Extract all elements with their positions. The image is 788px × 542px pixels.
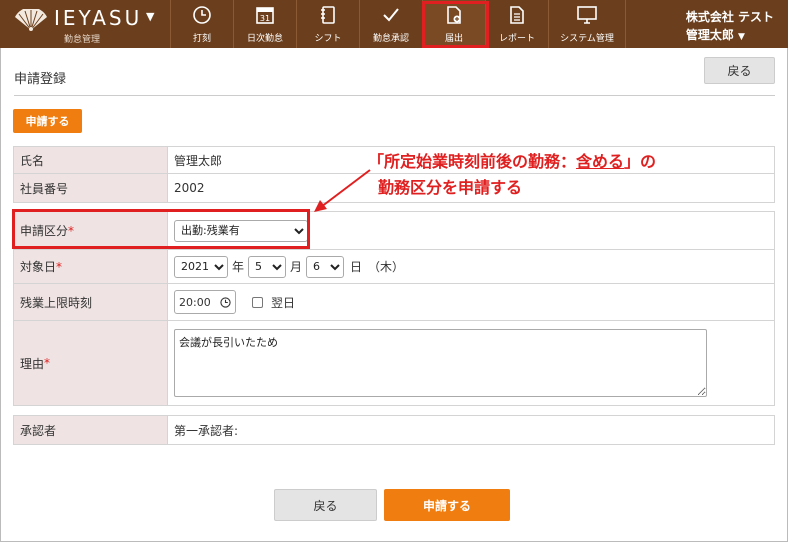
target-date-label-text: 対象日	[20, 260, 57, 274]
nav-item-attendance-approval[interactable]: 勤怠承認	[359, 0, 422, 48]
required-mark: *	[56, 259, 63, 274]
overtime-time-value: 20:00	[179, 295, 211, 309]
clock-icon	[193, 6, 211, 24]
month-select[interactable]: 5	[248, 255, 287, 278]
table-row: 残業上限時刻 20:00 翌日	[14, 284, 774, 321]
page-title: 申請登録	[14, 72, 67, 87]
nav-item-system-admin[interactable]: システム管理	[548, 0, 626, 48]
user-menu-caret-icon[interactable]: ▼	[738, 32, 745, 42]
next-day-checkbox[interactable]	[252, 296, 263, 308]
approver-table: 承認者 第一承認者:	[13, 415, 775, 445]
apply-button-bottom[interactable]: 申請する	[384, 489, 510, 521]
day-unit: 日	[350, 260, 363, 274]
annotation-line1-prefix: 「所定始業時刻前後の勤務：	[368, 152, 577, 171]
divider	[14, 95, 775, 96]
app-name: IEYASU	[54, 6, 143, 30]
month-unit: 月	[290, 260, 303, 274]
reason-label-text: 理由	[20, 356, 45, 371]
required-mark: *	[44, 356, 51, 370]
app-menu-caret-icon[interactable]: ▼	[146, 10, 154, 23]
company-name: 株式会社 テスト	[685, 10, 774, 24]
main-nav: 打刻 31 日次勤怠 シフト 勤怠承認 届出 レポート システム管理	[170, 0, 626, 48]
table-row: 対象日 * 2021 年 5 月 6 日 （木）	[14, 250, 774, 284]
overtime-limit-label: 残業上限時刻	[14, 284, 168, 320]
year-unit: 年	[232, 260, 245, 274]
user-name: 管理太郎	[685, 28, 734, 42]
nav-item-daily-attendance[interactable]: 31 日次勤怠	[233, 0, 296, 48]
app-subtitle: 勤怠管理	[64, 35, 101, 45]
nav-label: レポート	[498, 34, 535, 44]
employee-number-label: 社員番号	[14, 174, 168, 202]
next-day-label: 翌日	[271, 295, 296, 310]
year-select[interactable]: 2021	[174, 255, 228, 278]
calendar-icon-text: 31	[260, 14, 270, 23]
approver-label: 承認者	[14, 416, 168, 444]
back-button-top[interactable]: 戻る	[704, 57, 775, 84]
approver-value: 第一承認者:	[174, 423, 239, 438]
app-logo[interactable]: IEYASU ▼ 勤怠管理	[14, 4, 170, 45]
apply-button-top[interactable]: 申請する	[13, 109, 82, 133]
back-button-bottom[interactable]: 戻る	[274, 489, 377, 521]
top-navigation-bar: IEYASU ▼ 勤怠管理 打刻 31 日次勤怠 シフト 勤怠承認 届出 レポー…	[0, 0, 788, 48]
nav-item-punch[interactable]: 打刻	[170, 0, 233, 48]
nav-item-shift[interactable]: シフト	[296, 0, 359, 48]
name-label: 氏名	[14, 147, 168, 173]
category-highlight-box	[12, 209, 310, 249]
nav-label: システム管理	[560, 34, 614, 44]
report-icon	[510, 6, 524, 24]
nav-item-report[interactable]: レポート	[485, 0, 548, 48]
checkmark-icon	[383, 8, 399, 22]
calendar-icon: 31	[256, 7, 274, 24]
annotation-line2: 勤務区分を申請する	[378, 178, 523, 197]
notebook-icon	[321, 6, 335, 24]
nav-label: 勤怠承認	[372, 34, 409, 44]
nav-label: 日次勤怠	[246, 34, 283, 44]
nav-highlight-box	[422, 1, 489, 48]
nav-label: 打刻	[192, 34, 211, 44]
fan-logo-icon	[15, 9, 47, 31]
nav-label: シフト	[314, 34, 342, 44]
weekday-text: （木）	[368, 260, 405, 274]
overtime-time-input[interactable]: 20:00	[174, 290, 236, 314]
reason-label: 理由 *	[14, 321, 168, 405]
reason-textarea[interactable]: 会議が長引いたため	[174, 329, 707, 397]
table-row: 理由 * 会議が長引いたため	[14, 321, 774, 405]
monitor-icon	[577, 6, 597, 24]
clock-icon	[220, 296, 231, 308]
table-row: 承認者 第一承認者:	[14, 416, 774, 444]
annotation-emphasis: 含める	[576, 152, 625, 171]
annotation-text: 「所定始業時刻前後の勤務：含める」の 勤務区分を申請する	[368, 149, 656, 201]
day-select[interactable]: 6	[306, 255, 345, 278]
user-menu[interactable]: 株式会社 テスト 管理太郎 ▼	[686, 8, 774, 46]
annotation-line1-suffix: 」の	[624, 152, 657, 171]
target-date-label: 対象日 *	[14, 250, 168, 283]
